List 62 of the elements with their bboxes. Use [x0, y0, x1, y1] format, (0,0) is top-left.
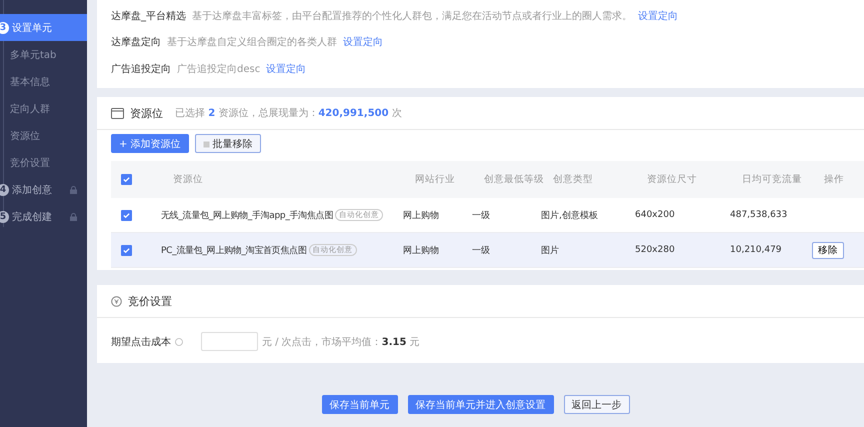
targeting-description: 基于达摩盘自定义组合圈定的各类人群	[167, 36, 337, 50]
batch-remove-button[interactable]: 批量移除	[194, 134, 261, 153]
step-number: 4	[0, 184, 9, 196]
targeting-description: 广告追投定向desc	[177, 62, 260, 76]
selection-summary: 已选择 2 资源位，总展现量为：420,991,500 次	[175, 106, 402, 120]
column-header: 资源位	[172, 173, 204, 186]
market-average-text: 元 / 次点击，市场平均值：3.15 元	[262, 336, 420, 348]
targeting-title: 广告追投定向	[111, 62, 171, 76]
targeting-title: 达摩盘_平台精选	[111, 10, 186, 24]
table-cell-text: 网上购物	[403, 244, 440, 256]
set-targeting-link[interactable]: 设置定向	[266, 62, 306, 76]
sidebar-item[interactable]: 竞价设置	[0, 149, 87, 176]
step-label: 设置单元	[12, 22, 53, 34]
checkbox[interactable]	[121, 174, 132, 185]
step-number: 3	[0, 22, 9, 34]
table-cell-text: 一级	[472, 210, 491, 222]
sidebar-item[interactable]: 基本信息	[0, 68, 87, 95]
coin-icon	[111, 296, 122, 306]
lock-icon	[70, 212, 77, 220]
field-label: 期望点击成本	[111, 336, 171, 348]
card-title: 竞价设置	[128, 294, 172, 308]
add-resource-button[interactable]: + 添加资源位	[111, 134, 189, 153]
sidebar-item[interactable]: 资源位	[0, 122, 87, 149]
table-cell-text: 10,210,479	[730, 245, 783, 255]
step-label: 添加创意	[12, 184, 53, 196]
step-number: 5	[0, 210, 9, 222]
lock-icon	[70, 186, 77, 194]
column-header: 网站行业	[414, 173, 456, 186]
set-targeting-link[interactable]: 设置定向	[638, 9, 678, 24]
footer-button[interactable]: 保存当前单元	[322, 395, 398, 414]
targeting-title: 达摩盘定向	[111, 36, 161, 50]
checkbox[interactable]	[121, 210, 132, 220]
column-header: 资源位尺寸	[646, 173, 698, 186]
set-targeting-link[interactable]: 设置定向	[343, 35, 383, 50]
sidebar-item[interactable]: 多单元tab	[0, 41, 87, 68]
remove-button[interactable]: 移除	[812, 242, 844, 258]
table-cell-text: 520x280	[635, 245, 676, 255]
card-title: 资源位	[130, 106, 163, 120]
footer-button[interactable]: 返回上一步	[564, 395, 630, 414]
table-cell-text: 640x200	[635, 210, 676, 220]
table-cell-text: 图片,创意模板	[541, 210, 599, 222]
column-header: 日均可竞流量	[741, 173, 803, 186]
sidebar-item[interactable]: 定向人群	[0, 95, 87, 122]
targeting-description: 基于达摩盘丰富标签，由平台配置推荐的个性化人群包，满足您在活动节点或者行业上的圈人需求。	[192, 10, 632, 24]
column-header: 创意类型	[552, 173, 594, 186]
column-header: 操作	[823, 173, 845, 186]
table-cell-text: 网上购物	[403, 210, 440, 222]
table-cell-text: 487,538,633	[730, 210, 788, 220]
column-header: 创意最低等级	[483, 173, 541, 186]
step-item[interactable]: 4 添加创意	[0, 176, 87, 203]
cost-input-field[interactable]	[201, 332, 258, 351]
table-cell-text: 无线_流量包_网上购物_手淘app_手淘焦点图	[161, 210, 334, 222]
table-cell-text: 一级	[472, 244, 491, 256]
step-item[interactable]: 5 完成创建	[0, 203, 87, 230]
footer-button[interactable]: 保存当前单元并进入创意设置	[408, 395, 554, 414]
help-icon	[175, 338, 183, 346]
checkbox[interactable]	[121, 244, 132, 256]
monitor-icon	[111, 108, 124, 118]
table-cell-text: 图片	[541, 244, 560, 256]
step-label: 完成创建	[12, 210, 53, 224]
table-cell-text: PC_流量包_网上购物_淘宝首页焦点图	[161, 244, 307, 256]
step-item[interactable]: 3 设置单元	[0, 14, 87, 41]
